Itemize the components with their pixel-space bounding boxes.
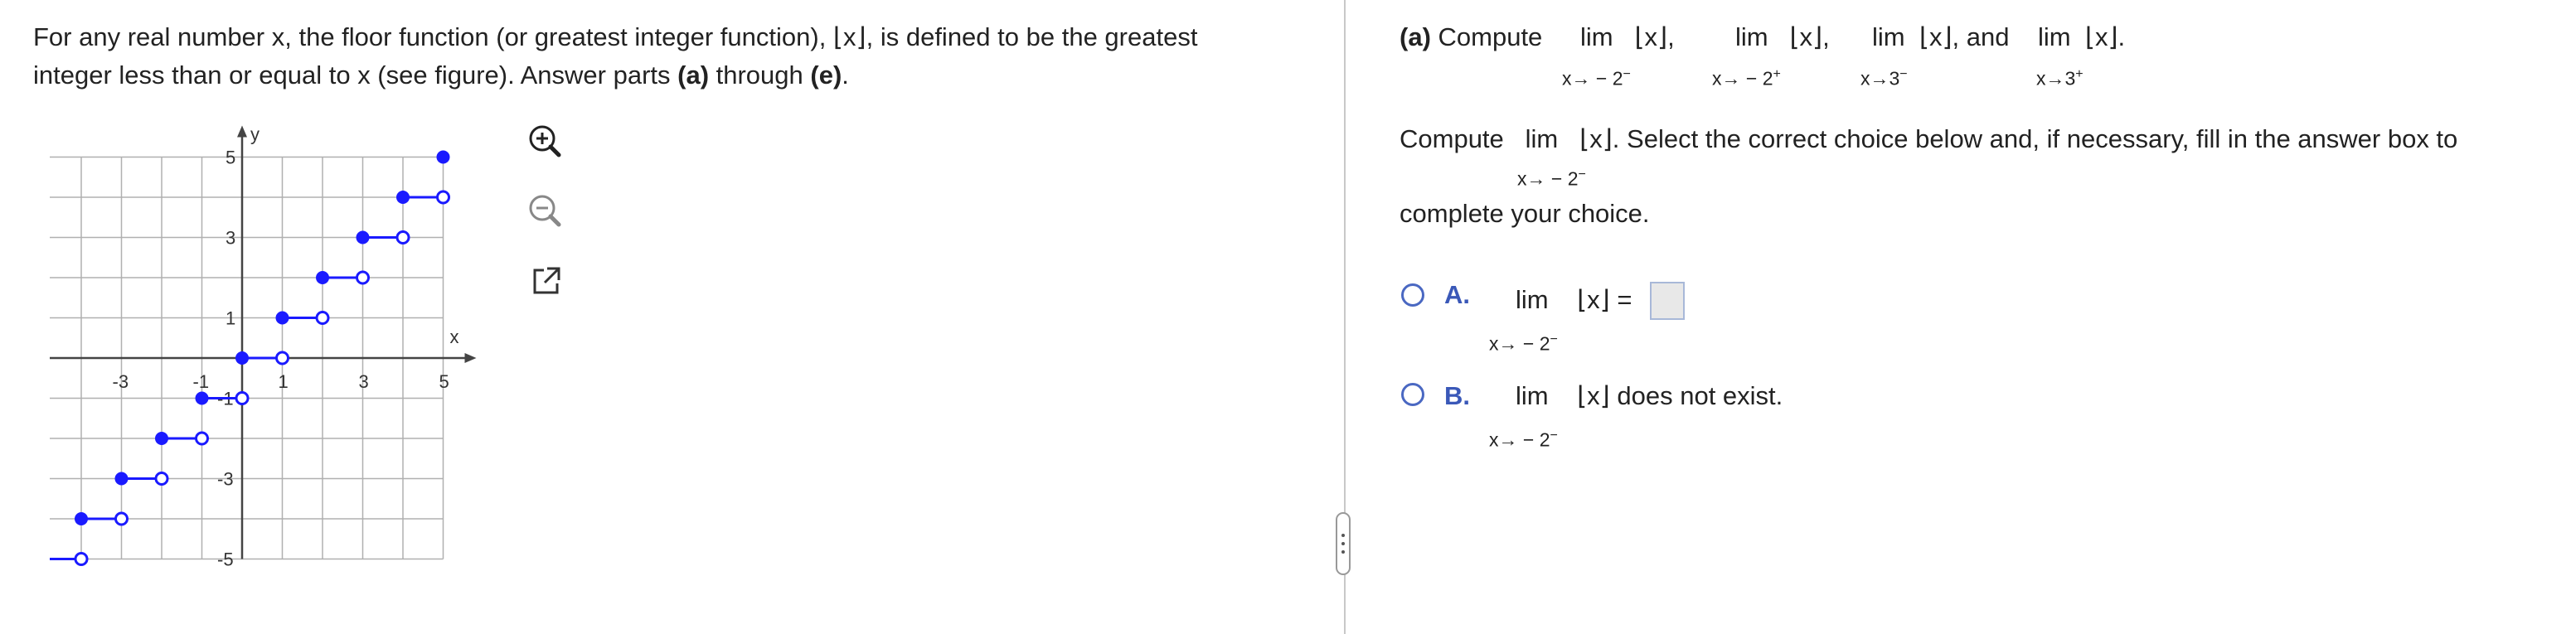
choice-a-letter[interactable]: A. <box>1444 278 1470 312</box>
x-tick-label: 3 <box>359 371 369 392</box>
x-tick-label: 5 <box>439 371 449 392</box>
x-axis-label: x <box>450 327 459 347</box>
floor-x: ⌊x⌋ <box>1579 124 1613 153</box>
open-endpoint <box>114 511 129 526</box>
intro-through: through <box>709 60 811 90</box>
part-a-header: (a) Compute <box>1400 18 1542 56</box>
zoom-out-icon <box>529 195 561 227</box>
intro-line-2: integer less than or equal to x (see fig… <box>33 56 1327 94</box>
y-tick-label: 5 <box>226 148 235 168</box>
intro-bold-a: (a) <box>677 60 710 90</box>
y-tick-label: -5 <box>217 549 234 570</box>
closed-endpoint <box>195 391 209 405</box>
zoom-in-button[interactable] <box>521 118 570 167</box>
open-endpoint <box>356 270 370 285</box>
floor-x: ⌊x⌋ <box>1789 22 1823 51</box>
open-endpoint <box>275 351 289 365</box>
open-endpoint <box>154 472 169 486</box>
intro-end: . <box>842 60 849 90</box>
part-a-label: (a) <box>1400 22 1431 51</box>
zoom-in-icon <box>529 125 561 157</box>
question-subscript: x→ − 2− <box>1517 167 1586 190</box>
closed-endpoint <box>316 271 329 284</box>
question-instruction-2: complete your choice. <box>1400 199 1650 228</box>
y-tick-label: 1 <box>226 308 235 329</box>
limit-4: lim ⌊x⌋. <box>2038 21 2125 54</box>
y-tick-label: 3 <box>226 228 235 249</box>
open-endpoint <box>235 391 250 405</box>
zoom-out-button[interactable] <box>521 187 570 237</box>
lim-word: lim <box>1872 22 1905 51</box>
floor-x: ⌊x⌋ <box>1577 381 1610 410</box>
closed-endpoint <box>396 191 410 204</box>
closed-endpoint <box>114 472 129 486</box>
part-a-compute: Compute <box>1438 22 1543 51</box>
choice-b-subscript: x→ − 2− <box>1489 428 1558 451</box>
and-word: and <box>1966 22 2010 51</box>
closed-endpoint <box>275 311 289 325</box>
question-compute: Compute <box>1400 124 1504 153</box>
comma: , <box>1952 22 1960 51</box>
open-endpoint <box>436 190 450 205</box>
intro-bold-e: (e) <box>810 60 842 90</box>
choice-a-expression: lim ⌊x⌋ = <box>1516 283 1632 317</box>
floor-x: ⌊x⌋ <box>1577 285 1610 314</box>
x-tick-label: 1 <box>279 371 289 392</box>
choice-b-radio[interactable] <box>1401 383 1424 406</box>
problem-statement-pane: For any real number x, the floor functio… <box>0 0 1343 634</box>
floor-x: ⌊x⌋ <box>1919 22 1953 51</box>
lim-word: lim <box>1516 285 1549 314</box>
y-axis-arrow <box>237 125 247 138</box>
problem-intro: For any real number x, the floor functio… <box>33 18 1327 94</box>
intro-line-2-text: integer less than or equal to x (see fig… <box>33 60 678 90</box>
does-not-exist-text: does not exist. <box>1617 381 1783 410</box>
closed-endpoint <box>75 512 88 525</box>
pane-resize-handle[interactable] <box>1336 512 1351 575</box>
lim-word: lim <box>1580 22 1613 51</box>
question-text: Compute lim ⌊x⌋. Select the correct choi… <box>1400 123 2457 156</box>
intro-line-1: For any real number x, the floor functio… <box>33 22 1198 51</box>
comma: , <box>1667 22 1675 51</box>
lim-word: lim <box>1516 381 1549 410</box>
limit-3-subscript: x→3− <box>1860 67 1908 90</box>
choice-a-radio[interactable] <box>1401 283 1424 307</box>
answer-input-box[interactable] <box>1650 282 1685 320</box>
closed-endpoint <box>356 230 370 244</box>
limit-3: lim ⌊x⌋, and <box>1872 21 2010 54</box>
equals-sign: = <box>1617 285 1632 314</box>
closed-endpoint <box>235 351 249 365</box>
floor-x: ⌊x⌋ <box>2084 22 2118 51</box>
limit-1-subscript: x→ − 2− <box>1562 67 1631 90</box>
closed-endpoint <box>436 150 450 164</box>
open-endpoint <box>74 552 89 566</box>
x-tick-label: -3 <box>113 371 129 392</box>
limit-4-subscript: x→3+ <box>2036 67 2084 90</box>
lim-word: lim <box>1735 22 1768 51</box>
choice-b-letter[interactable]: B. <box>1444 380 1470 413</box>
question-pane: (a) Compute lim ⌊x⌋, x→ − 2− lim ⌊x⌋, x→… <box>1350 0 2576 634</box>
open-endpoint <box>195 431 209 446</box>
comma: , <box>1822 22 1830 51</box>
limit-1: lim ⌊x⌋, <box>1580 21 1675 54</box>
y-tick-label: -3 <box>217 469 234 490</box>
x-axis-arrow <box>464 353 477 363</box>
y-axis-label: y <box>250 124 260 145</box>
question-instruction: . Select the correct choice below and, i… <box>1612 124 2458 153</box>
floor-function-graph: xy -5-3-1135531-1-3-5 <box>50 124 477 570</box>
choice-b-expression: lim ⌊x⌋ does not exist. <box>1516 380 1783 413</box>
x-tick-label: -1 <box>193 371 210 392</box>
lim-word: lim <box>1525 124 1559 153</box>
graph-axes: xy <box>50 124 477 559</box>
popout-button[interactable] <box>521 257 570 307</box>
limit-2-subscript: x→ − 2+ <box>1712 67 1781 90</box>
limit-2: lim ⌊x⌋, <box>1735 21 1830 54</box>
lim-word: lim <box>2038 22 2071 51</box>
open-endpoint <box>315 311 330 325</box>
floor-x: ⌊x⌋ <box>1634 22 1668 51</box>
period: . <box>2118 22 2126 51</box>
open-endpoint <box>395 230 410 244</box>
external-link-icon <box>533 267 560 294</box>
choice-a-subscript: x→ − 2− <box>1489 332 1558 355</box>
closed-endpoint <box>155 432 168 445</box>
